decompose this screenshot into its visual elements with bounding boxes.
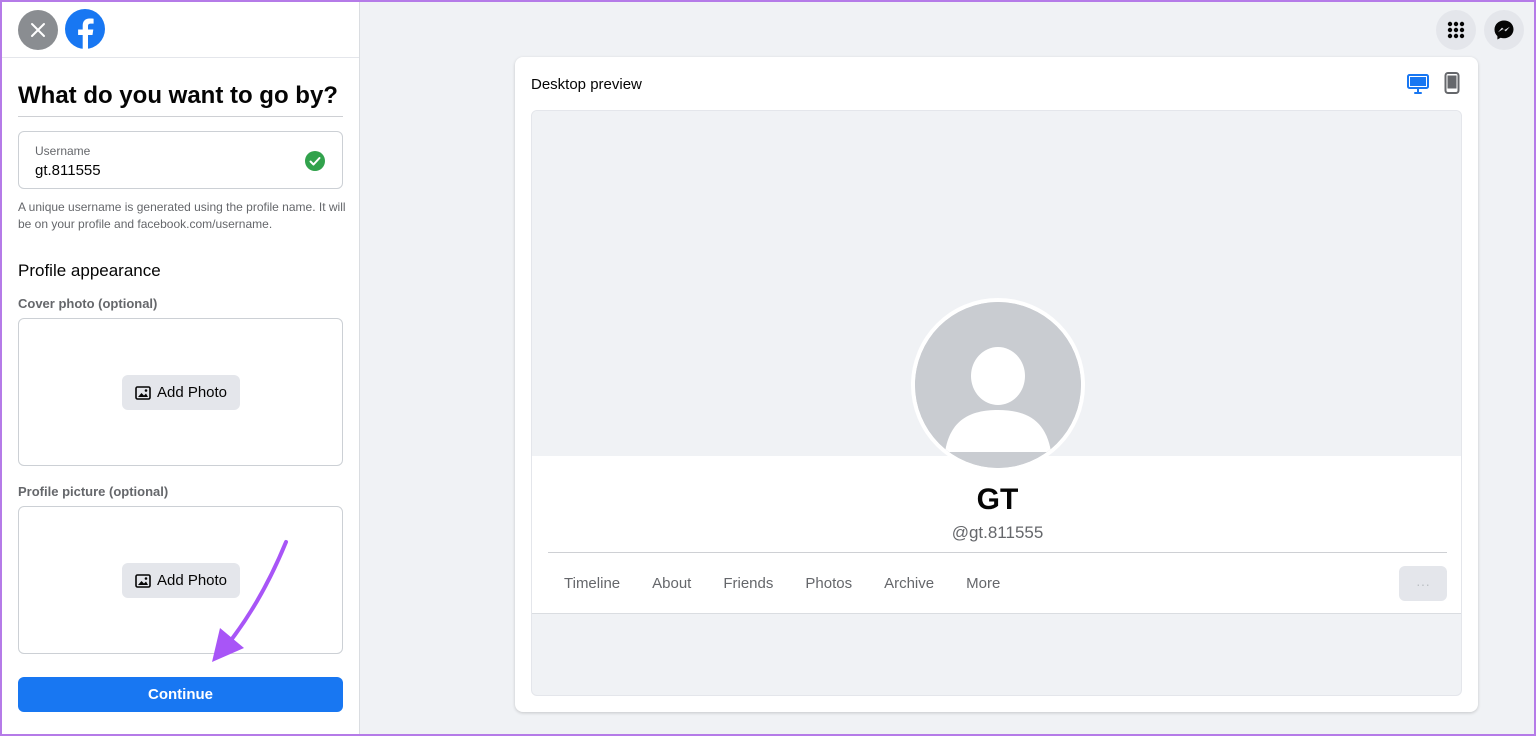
messenger-icon: [1494, 20, 1514, 40]
username-input[interactable]: [35, 162, 295, 179]
desktop-preview-card: Desktop preview GT @gt.811555 Timeline A…: [515, 57, 1478, 712]
profile-username: @gt.811555: [951, 523, 1044, 542]
cover-photo-label: Cover photo (optional): [18, 296, 158, 311]
top-bar: [0, 0, 359, 58]
profile-picture-label: Profile picture (optional): [18, 484, 169, 499]
mobile-icon[interactable]: [1444, 72, 1460, 94]
apps-menu-button[interactable]: [1436, 10, 1476, 50]
username-field[interactable]: Username: [18, 131, 343, 189]
profile-appearance-title: Profile appearance: [18, 261, 161, 280]
profile-nav: Timeline About Friends Photos Archive Mo…: [548, 568, 1016, 600]
tab-more[interactable]: More: [950, 568, 1016, 600]
avatar: [911, 298, 1085, 472]
left-panel: What do you want to go by? Username A un…: [0, 0, 360, 736]
annotation-arrow-icon: [212, 540, 288, 662]
cover-photo-box[interactable]: Add Photo: [18, 318, 343, 466]
username-hint: A unique username is generated using the…: [18, 200, 346, 231]
close-icon: [31, 23, 45, 37]
page-heading: What do you want to go by?: [18, 82, 338, 109]
photo-icon: [135, 385, 151, 400]
profile-preview: GT @gt.811555 Timeline About Friends Pho…: [531, 110, 1462, 696]
add-cover-photo-button[interactable]: Add Photo: [122, 375, 240, 410]
continue-button[interactable]: Continue: [18, 677, 343, 712]
preview-title: Desktop preview: [531, 76, 642, 93]
apps-grid-icon: [1447, 21, 1465, 39]
add-photo-label: Add Photo: [156, 384, 228, 401]
tab-friends[interactable]: Friends: [707, 568, 789, 600]
heading-divider: [18, 116, 343, 117]
tab-about[interactable]: About: [636, 568, 707, 600]
more-options-button[interactable]: ···: [1399, 566, 1447, 601]
default-avatar-icon: [915, 302, 1081, 468]
profile-bottom-line: [532, 613, 1461, 614]
messenger-button[interactable]: [1484, 10, 1524, 50]
close-button[interactable]: [18, 10, 58, 50]
username-label: Username: [35, 144, 91, 158]
tab-photos[interactable]: Photos: [789, 568, 868, 600]
check-circle-icon: [305, 151, 325, 171]
desktop-icon[interactable]: [1407, 73, 1429, 95]
tab-timeline[interactable]: Timeline: [548, 568, 636, 600]
profile-divider: [548, 552, 1447, 553]
photo-icon: [135, 573, 151, 588]
facebook-logo-icon[interactable]: [65, 9, 105, 49]
tab-archive[interactable]: Archive: [868, 568, 950, 600]
profile-name: GT: [976, 483, 1019, 516]
